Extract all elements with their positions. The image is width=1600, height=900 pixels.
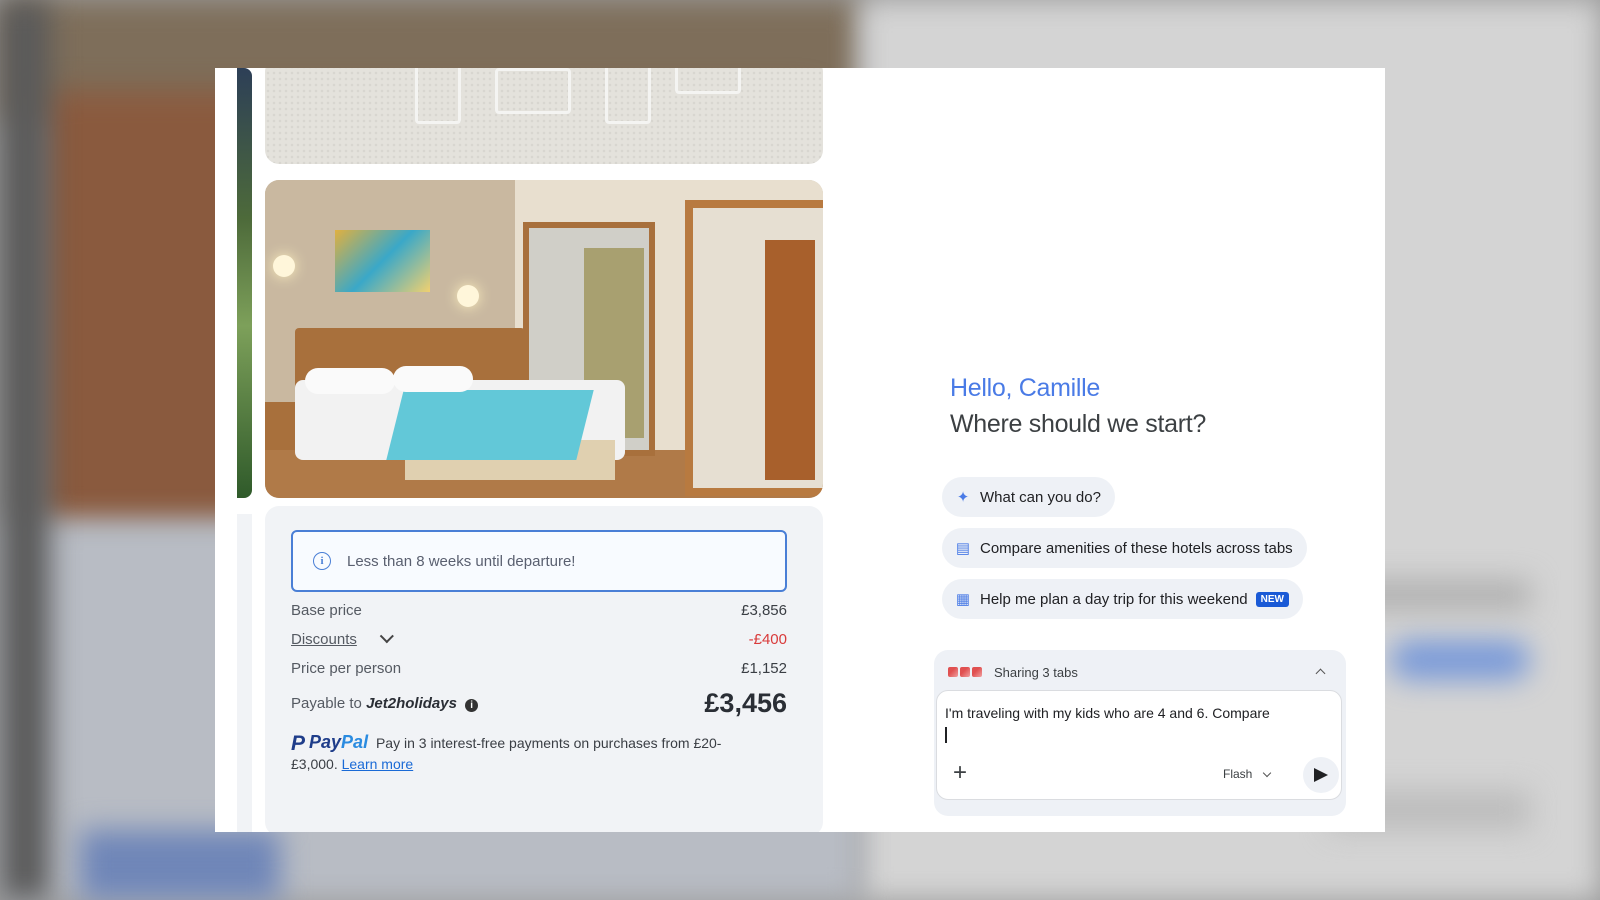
hotel-page: i Less than 8 weeks until departure! Bas… [215, 68, 920, 832]
model-selector[interactable]: Flash [1223, 767, 1272, 781]
chevron-down-icon [1263, 768, 1272, 778]
total-row: Payable to Jet2holidays i £3,456 [291, 688, 787, 719]
paypal-icon: P [291, 732, 306, 755]
model-label: Flash [1223, 767, 1253, 781]
composer: Sharing 3 tabs I'm traveling with my kid… [934, 650, 1346, 816]
side-gallery-image[interactable] [237, 68, 252, 498]
prompt-input-text[interactable]: I'm traveling with my kids who are 4 and… [945, 705, 1270, 721]
hotel-photo-bedroom[interactable] [265, 180, 823, 498]
discounts-toggle[interactable]: Discounts [291, 631, 357, 648]
tab-favicon-icon [948, 667, 958, 677]
info-icon: i [313, 552, 331, 570]
suggestion-compare-amenities[interactable]: ▤ Compare amenities of these hotels acro… [942, 528, 1307, 568]
new-badge: NEW [1255, 591, 1289, 607]
plan-icon: ▦ [955, 591, 971, 608]
suggestion-what-can-you-do[interactable]: ✦ What can you do? [942, 477, 1115, 517]
alert-text: Less than 8 weeks until departure! [347, 552, 576, 570]
sharing-label: Sharing 3 tabs [994, 664, 1078, 680]
browser-window: i Less than 8 weeks until departure! Bas… [215, 68, 1385, 832]
payable-label: Payable to [291, 695, 362, 712]
tab-favicon-icon [972, 667, 982, 677]
payable-brand: Jet2holidays [366, 695, 457, 712]
tab-favicon-icon [960, 667, 970, 677]
base-price-label: Base price [291, 602, 362, 619]
departure-alert: i Less than 8 weeks until departure! [291, 530, 787, 592]
info-icon[interactable]: i [465, 699, 479, 712]
per-person-value: £1,152 [741, 660, 787, 677]
text-cursor [945, 727, 947, 743]
suggestion-label: Compare amenities of these hotels across… [980, 539, 1293, 557]
chevron-up-icon[interactable] [1315, 668, 1326, 679]
paypal-logo: PayPal [309, 732, 369, 752]
per-person-label: Price per person [291, 660, 402, 677]
hotel-photo-terrace[interactable] [265, 68, 823, 164]
send-button[interactable] [1303, 757, 1339, 793]
sharing-tabs-header[interactable]: Sharing 3 tabs [948, 662, 1332, 682]
price-summary-card: i Less than 8 weeks until departure! Bas… [265, 506, 823, 832]
base-price-value: £3,856 [741, 602, 787, 619]
discounts-row: Discounts -£400 [291, 629, 787, 648]
paypal-promo: P PayPal Pay in 3 interest-free payments … [291, 732, 751, 775]
suggestion-plan-day-trip[interactable]: ▦ Help me plan a day trip for this weeke… [942, 579, 1303, 619]
discounts-value: -£400 [748, 631, 787, 648]
suggestion-label: Help me plan a day trip for this weekend [980, 590, 1248, 608]
per-person-row: Price per person £1,152 [291, 660, 787, 677]
compare-icon: ▤ [955, 540, 971, 557]
assistant-panel: Hello, Camille Where should we start? ✦ … [920, 68, 1385, 832]
base-price-row: Base price £3,856 [291, 602, 787, 619]
learn-more-link[interactable]: Learn more [342, 756, 414, 772]
assistant-question: Where should we start? [950, 410, 1207, 438]
add-attachment-button[interactable]: + [953, 761, 967, 785]
send-icon [1314, 768, 1328, 782]
sparkle-icon: ✦ [956, 489, 970, 506]
suggestion-label: What can you do? [980, 488, 1101, 506]
total-price: £3,456 [704, 688, 787, 718]
greeting: Hello, Camille [950, 374, 1101, 402]
prompt-input[interactable]: I'm traveling with my kids who are 4 and… [936, 690, 1342, 800]
chevron-down-icon[interactable] [379, 629, 394, 644]
